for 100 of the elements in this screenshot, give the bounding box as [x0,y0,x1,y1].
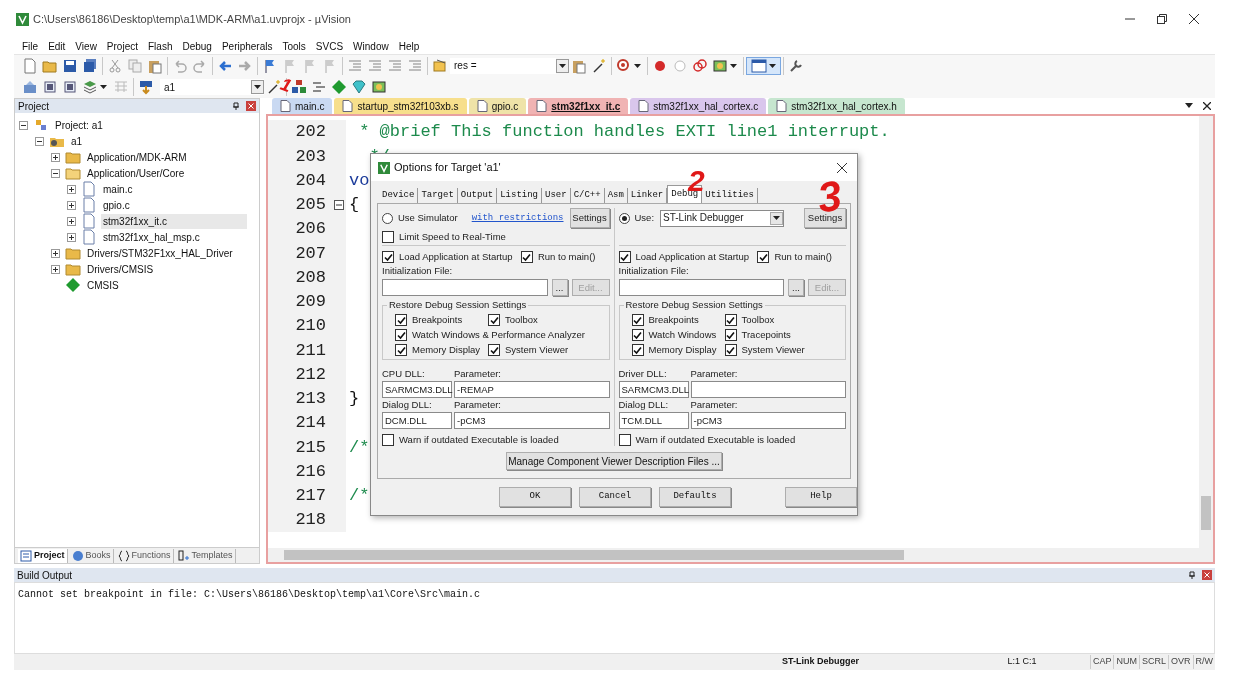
file-tab[interactable]: gpio.c [468,98,527,114]
layers-icon[interactable] [82,79,98,95]
expand-toggle[interactable] [67,216,76,226]
fold-toggle-icon[interactable] [334,199,344,210]
expand-toggle[interactable] [67,232,76,242]
radio-button[interactable] [382,212,393,224]
horizontal-scrollbar[interactable] [268,548,1213,562]
radio-button[interactable] [618,212,630,224]
checkbox[interactable] [631,329,644,341]
checkbox[interactable] [382,231,394,243]
file-tab[interactable]: stm32f1xx_hal_cortex.h [768,98,905,114]
parameter-field[interactable] [690,381,846,398]
settings-icon[interactable] [788,57,804,74]
checkbox[interactable] [757,251,770,263]
manage-button[interactable]: Manage Component Viewer Description Files ... [506,452,722,470]
dropdown-caret-icon[interactable] [769,63,776,68]
search-icon[interactable] [616,57,632,74]
restrictions-link[interactable]: with restrictions [471,212,564,224]
file-icon[interactable] [81,213,97,229]
file-tab[interactable]: main.c [272,98,333,114]
checkbox[interactable] [488,344,500,356]
dll-field[interactable]: SARMCM3.DLL [382,381,452,398]
checkbox[interactable] [724,344,737,356]
panel-tab[interactable]: Functions [115,548,174,563]
dropdown-caret-icon[interactable] [730,63,737,68]
menu-item[interactable]: Help [394,38,424,54]
collapse-toggle[interactable] [35,136,44,146]
pin-icon[interactable] [232,102,240,110]
help-button[interactable]: Help [785,487,857,507]
diamond-icon[interactable] [331,79,347,95]
menu-item[interactable]: SVCS [311,38,348,54]
collapse-toggle[interactable] [19,120,28,130]
file-tab[interactable]: startup_stm32f103xb.s [334,98,467,114]
checkbox[interactable] [395,329,407,341]
expand-toggle[interactable] [67,200,76,210]
tree-item[interactable]: CMSIS [85,277,121,293]
vertical-scrollbar[interactable] [1199,116,1213,548]
file-icon[interactable] [81,181,97,197]
build-icon[interactable] [22,79,38,95]
tree-item[interactable]: stm32f1xx_hal_msp.c [101,229,202,245]
window-icon[interactable] [751,57,767,74]
defaults-button[interactable]: Defaults [659,487,731,507]
save-icon[interactable] [62,57,78,74]
file-tab[interactable]: stm32f1xx_hal_cortex.c [630,98,767,114]
menu-item[interactable]: Edit [44,38,70,54]
parameter-field[interactable]: -pCM3 [690,412,846,429]
expand-toggle[interactable] [67,184,76,194]
menu-item[interactable]: Project [102,38,142,54]
ok-button[interactable]: OK [499,487,571,507]
initialization-file-field[interactable] [618,279,784,296]
gem-icon[interactable] [351,79,367,95]
dropdown-caret-icon[interactable] [1185,103,1193,108]
menu-item[interactable]: Tools [278,38,310,54]
checkbox[interactable] [631,344,644,356]
panel-tab[interactable]: Templates [175,548,236,563]
tree-item[interactable]: Application/MDK-ARM [85,149,189,165]
close-icon[interactable] [1189,14,1199,24]
menu-item[interactable]: Flash [144,38,177,54]
stacked-blocks-icon[interactable] [291,79,307,95]
expand-toggle[interactable] [51,152,60,162]
expand-toggle[interactable] [51,264,60,274]
checkbox[interactable] [724,314,737,326]
target-select[interactable]: a1 [160,79,264,95]
pin-icon[interactable] [1188,571,1196,579]
restore-icon[interactable] [1157,14,1167,24]
download-icon[interactable] [138,79,154,95]
dropdown-caret-icon[interactable] [634,63,641,68]
dropdown-caret-icon[interactable] [100,85,107,89]
project-icon[interactable] [33,117,49,133]
dll-field[interactable]: DCM.DLL [382,412,452,429]
file-icon[interactable] [81,197,97,213]
browse-button[interactable]: ... [788,279,804,296]
file-icon[interactable] [81,229,97,245]
tree-item[interactable]: a1 [69,133,85,149]
checkbox[interactable] [488,314,500,326]
browse-button[interactable]: ... [551,279,568,296]
menu-item[interactable]: Peripherals [217,38,277,54]
checkbox[interactable] [618,434,631,446]
tree-item[interactable]: main.c [101,181,135,197]
clear-breakpoints-icon[interactable] [692,57,708,74]
checkbox[interactable] [382,434,394,446]
magic-wand-icon[interactable] [591,57,607,74]
checkbox[interactable] [520,251,533,263]
checkbox[interactable] [382,251,394,263]
close-icon[interactable] [837,162,847,173]
chip-icon[interactable] [62,79,78,95]
tree-item[interactable]: gpio.c [101,197,132,213]
dropdown-button[interactable] [556,58,569,73]
tree-item[interactable]: Drivers/STM32F1xx_HAL_Driver [85,245,235,261]
dll-field[interactable]: SARMCM3.DLL [618,381,689,398]
diamond-icon[interactable] [65,277,81,293]
cancel-button[interactable]: Cancel [579,487,651,507]
checkbox[interactable] [395,344,407,356]
tree-item[interactable]: Application/User/Core [85,165,187,181]
checkbox[interactable] [618,251,631,263]
panel-tab[interactable]: Project [18,548,68,563]
checkbox[interactable] [724,329,737,341]
dll-field[interactable]: TCM.DLL [618,412,689,429]
parameter-field[interactable]: -pCM3 [454,412,610,429]
close-icon[interactable] [1203,102,1211,110]
